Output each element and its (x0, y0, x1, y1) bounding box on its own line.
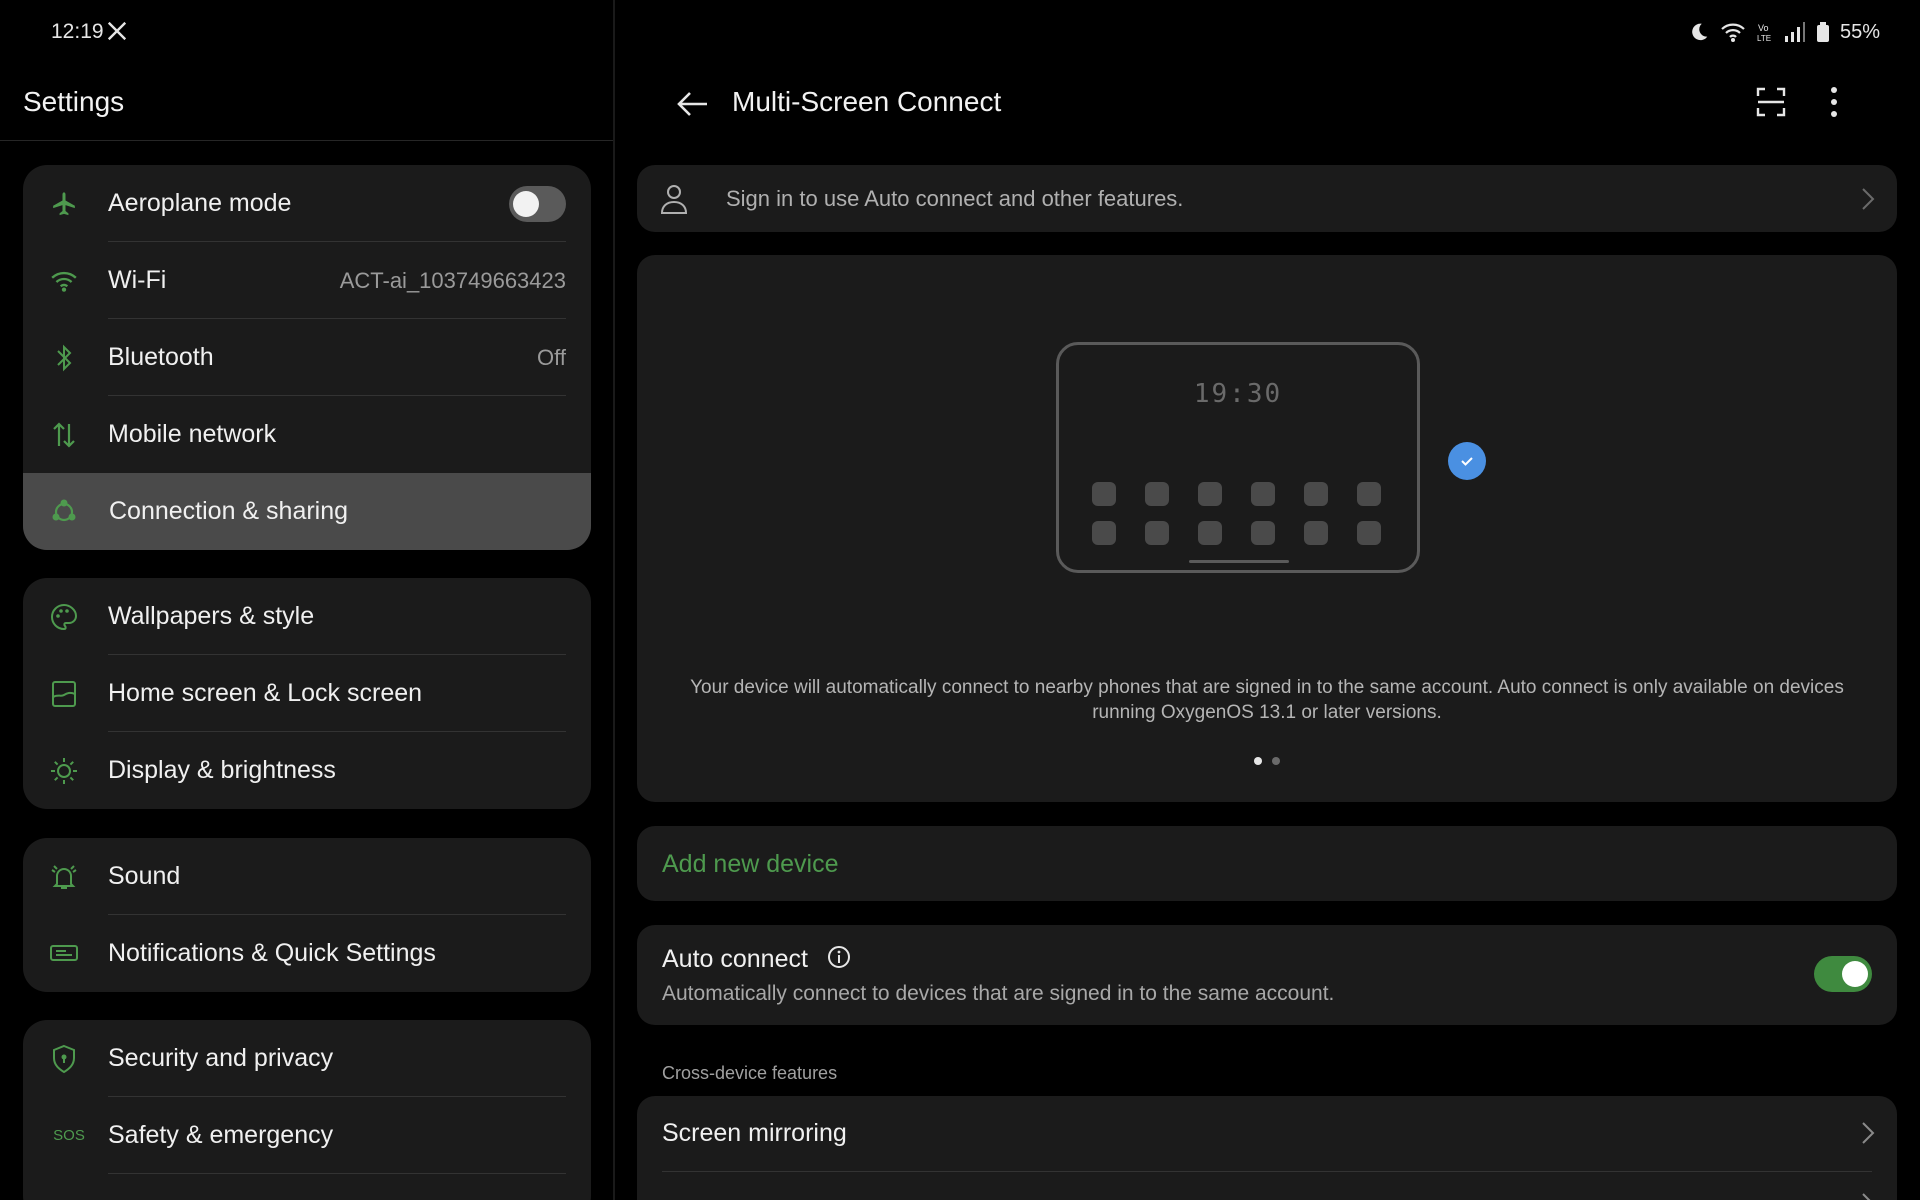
wifi-network-name: ACT-ai_103749663423 (339, 267, 566, 293)
palette-icon (48, 601, 80, 633)
sidebar-item-label: Wallpapers & style (108, 602, 315, 630)
app-placeholder-icon (1251, 521, 1275, 545)
sidebar-item-label: Notifications & Quick Settings (108, 939, 436, 967)
shield-icon (48, 1043, 80, 1075)
bluetooth-icon (48, 342, 80, 374)
header-divider (0, 140, 613, 141)
brightness-icon (48, 755, 80, 787)
page-dot (1272, 757, 1280, 765)
home-indicator (1189, 560, 1289, 563)
more-options-icon[interactable] (1828, 84, 1840, 120)
auto-connect-title: Auto connect (662, 945, 808, 973)
sos-icon: SOS (49, 1120, 89, 1152)
settings-group-display: Wallpapers & style Home screen & Lock sc… (23, 578, 591, 809)
tablet-illustration: 19:30 (1056, 342, 1420, 573)
sidebar-item-label: Wi-Fi (108, 266, 167, 294)
settings-title: Settings (23, 86, 125, 117)
account-icon (660, 185, 688, 214)
connection-sharing-icon (48, 496, 80, 528)
chevron-right-icon (1862, 1193, 1871, 1200)
app-placeholder-icon (1304, 482, 1328, 506)
mobile-data-icon (48, 419, 80, 451)
section-header-cross-device: Cross-device features (662, 1063, 838, 1083)
sidebar-item-label: Safety & emergency (108, 1121, 334, 1149)
app-placeholder-icon (1357, 521, 1381, 545)
screen-mirroring-item[interactable]: Screen mirroring (662, 1119, 847, 1148)
settings-sidebar: Settings Aeroplane mode Wi-Fi ACT-ai_103… (0, 0, 613, 1200)
sidebar-item-home-lock-screen[interactable]: Home screen & Lock screen (23, 655, 591, 732)
auto-connect-subtitle: Automatically connect to devices that ar… (662, 982, 1335, 1005)
check-icon (1448, 442, 1486, 480)
sidebar-item-sound[interactable]: Sound (23, 838, 591, 915)
settings-group-security: Security and privacy SOS Safety & emerge… (23, 1020, 591, 1200)
info-icon[interactable] (827, 945, 851, 969)
divider (108, 1173, 566, 1174)
sidebar-item-label: Display & brightness (108, 756, 336, 784)
app-placeholder-icon (1357, 482, 1381, 506)
auto-connect-row[interactable]: Auto connect Automatically connect to de… (637, 925, 1897, 1025)
sign-in-banner[interactable]: Sign in to use Auto connect and other fe… (637, 165, 1897, 232)
detail-pane: Multi-Screen Connect Sign in to use Auto… (615, 0, 1920, 1200)
page-title: Multi-Screen Connect (732, 86, 1002, 117)
sidebar-item-bluetooth[interactable]: Bluetooth Off (23, 319, 591, 396)
sidebar-item-label: Home screen & Lock screen (108, 679, 423, 707)
aeroplane-mode-toggle[interactable] (509, 185, 566, 222)
settings-group-sound: Sound Notifications & Quick Settings (23, 838, 591, 992)
sidebar-item-label: Aeroplane mode (108, 189, 292, 217)
sidebar-item-safety-emergency[interactable]: SOS Safety & emergency (23, 1097, 591, 1174)
sidebar-item-aeroplane-mode[interactable]: Aeroplane mode (23, 165, 591, 242)
add-new-device-button[interactable]: Add new device (637, 826, 1897, 901)
app-placeholder-icon (1092, 482, 1116, 506)
sidebar-item-mobile-network[interactable]: Mobile network (23, 396, 591, 473)
add-new-device-label: Add new device (662, 850, 839, 878)
notifications-icon (48, 938, 80, 970)
chevron-right-icon (1862, 1122, 1875, 1144)
chevron-right-icon (1862, 188, 1875, 210)
sidebar-item-notifications[interactable]: Notifications & Quick Settings (23, 915, 591, 992)
sidebar-item-wallpapers[interactable]: Wallpapers & style (23, 578, 591, 655)
page-dot-active (1254, 757, 1262, 765)
home-screen-icon (48, 678, 80, 710)
app-placeholder-icon (1145, 521, 1169, 545)
auto-connect-toggle[interactable] (1814, 956, 1872, 992)
bell-icon (48, 861, 80, 893)
app-placeholder-icon (1304, 521, 1328, 545)
app-placeholder-icon (1198, 521, 1222, 545)
wifi-icon (48, 265, 80, 297)
sidebar-item-display-brightness[interactable]: Display & brightness (23, 732, 591, 809)
app-icon-grid (1092, 482, 1381, 545)
page-indicator (1254, 757, 1280, 765)
sos-icon-label: SOS (53, 1127, 85, 1144)
app-placeholder-icon (1092, 521, 1116, 545)
sidebar-item-label: Mobile network (108, 420, 277, 448)
auto-connect-illustration-card: 19:30 Your device will automatically con… (637, 255, 1897, 802)
app-placeholder-icon (1198, 482, 1222, 506)
app-placeholder-icon (1145, 482, 1169, 506)
sidebar-item-wifi[interactable]: Wi-Fi ACT-ai_103749663423 (23, 242, 591, 319)
sidebar-item-label: Sound (108, 862, 181, 890)
airplane-icon (48, 188, 80, 220)
cross-device-features-list: Screen mirroring (637, 1096, 1897, 1200)
sidebar-item-connection-sharing[interactable]: Connection & sharing (23, 473, 591, 550)
app-placeholder-icon (1251, 482, 1275, 506)
sidebar-item-label: Connection & sharing (109, 497, 349, 525)
illustration-clock: 19:30 (1193, 379, 1283, 409)
back-arrow-icon[interactable] (675, 86, 711, 122)
sidebar-item-security-privacy[interactable]: Security and privacy (23, 1020, 591, 1097)
sign-in-text: Sign in to use Auto connect and other fe… (726, 186, 1184, 211)
sidebar-item-label: Security and privacy (108, 1044, 334, 1072)
settings-group-connectivity: Aeroplane mode Wi-Fi ACT-ai_103749663423… (23, 165, 591, 550)
divider (662, 1171, 1872, 1172)
scan-icon[interactable] (1755, 86, 1787, 118)
sidebar-item-label: Bluetooth (108, 343, 214, 371)
bluetooth-status: Off (537, 344, 566, 370)
auto-connect-description: Your device will automatically connect t… (690, 677, 1844, 723)
